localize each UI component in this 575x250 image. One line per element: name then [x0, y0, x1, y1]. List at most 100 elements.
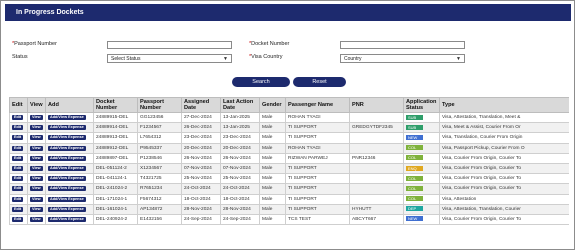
status-badge: COL	[406, 185, 423, 191]
assigned-date: 24-Oct-2024	[181, 183, 221, 195]
edit-button[interactable]: Edit	[12, 135, 24, 141]
reset-button[interactable]: Reset	[293, 77, 346, 87]
view-cell: View	[27, 132, 46, 144]
edit-button[interactable]: Edit	[12, 145, 24, 151]
add-expense-button[interactable]: Add/View Expense	[48, 135, 86, 141]
application-status-cell: ENQ	[403, 162, 440, 175]
edit-button[interactable]: Edit	[12, 166, 24, 172]
search-button[interactable]: Search	[232, 77, 290, 87]
edit-button[interactable]: Edit	[12, 155, 24, 161]
docket-type: Visa, Courier From Origin, Courier To	[439, 183, 569, 195]
passport-number: R7651234	[137, 183, 182, 195]
edit-button[interactable]: Edit	[12, 196, 24, 202]
add-expense-button[interactable]: Add/View Expense	[48, 216, 86, 222]
view-button[interactable]: View	[30, 176, 43, 182]
col-header-pnr: PNR	[349, 97, 404, 113]
docket-number: DEL-161024-1	[93, 203, 138, 215]
docket-type: Visa, Courier From Origin, Courier To	[439, 213, 569, 226]
chevron-down-icon: ▼	[223, 56, 228, 62]
gender: Male	[259, 213, 286, 226]
edit-button[interactable]: Edit	[12, 186, 24, 192]
view-button[interactable]: View	[30, 115, 43, 121]
gender: Male	[259, 122, 286, 134]
assigned-date: 07-Nov-2024	[181, 162, 221, 175]
view-button[interactable]: View	[30, 155, 43, 161]
col-header-edit: Edit	[9, 97, 28, 113]
edit-cell: Edit	[9, 152, 28, 164]
view-button[interactable]: View	[30, 196, 43, 202]
status-select[interactable]: Select Status ▼	[107, 54, 232, 63]
last-action-date: 18-Oct-2024	[220, 193, 260, 205]
add-expense-button[interactable]: Add/View Expense	[48, 206, 86, 212]
add-expense-button[interactable]: Add/View Expense	[48, 155, 86, 161]
assigned-date: 23-Dec-2024	[181, 132, 221, 144]
docket-number: 24889897-DEL	[93, 152, 138, 164]
passport-input[interactable]	[107, 41, 232, 49]
edit-button[interactable]: Edit	[12, 125, 24, 131]
application-status-cell: COL	[403, 142, 440, 154]
visa-country-label: *Visa Country	[249, 54, 283, 60]
edit-cell: Edit	[9, 193, 28, 205]
add-cell: Add/View Expense	[45, 162, 94, 175]
docket-number: DEL-240924-2	[93, 213, 138, 226]
pnr	[349, 173, 404, 185]
add-cell: Add/View Expense	[45, 213, 94, 226]
last-action-date: 24-Oct-2024	[220, 183, 260, 195]
add-expense-button[interactable]: Add/View Expense	[48, 196, 86, 202]
add-expense-button[interactable]: Add/View Expense	[48, 186, 86, 192]
chevron-down-icon: ▼	[456, 56, 461, 62]
docket-number: 24889912-DEL	[93, 142, 138, 154]
view-button[interactable]: View	[30, 166, 43, 172]
docket-type: Visa, Meet & Assist, Courier From Or	[439, 122, 569, 134]
add-expense-button[interactable]: Add/View Expense	[48, 176, 86, 182]
docket-type: Visa, Attestation, Translation, Courier	[439, 203, 569, 215]
table-row: Edit View Add/View Expense DEL-241024-2 R765…	[9, 183, 569, 195]
view-button[interactable]: View	[30, 135, 43, 141]
passenger-name: TCS TEST	[285, 213, 350, 226]
application-status-cell: NEW	[403, 213, 440, 226]
last-action-date: 25-Nov-2024	[220, 173, 260, 185]
docket-type: Visa, Courier From Origin, Courier To	[439, 152, 569, 164]
docket-input[interactable]	[340, 41, 465, 49]
assigned-date: 26-Dec-2024	[181, 122, 221, 134]
add-expense-button[interactable]: Add/View Expense	[48, 125, 86, 131]
edit-button[interactable]: Edit	[12, 206, 24, 212]
last-action-date: 13-Jan-2025	[220, 122, 260, 134]
edit-button[interactable]: Edit	[12, 176, 24, 182]
edit-button[interactable]: Edit	[12, 216, 24, 222]
add-expense-button[interactable]: Add/View Expense	[48, 166, 86, 172]
view-cell: View	[27, 111, 46, 124]
add-expense-button[interactable]: Add/View Expense	[48, 145, 86, 151]
last-action-date: 23-Dec-2024	[220, 132, 260, 144]
assigned-date: 20-Dec-2024	[181, 142, 221, 154]
application-status-cell: COL	[403, 152, 440, 164]
view-button[interactable]: View	[30, 186, 43, 192]
status-badge: COL	[406, 155, 423, 161]
view-cell: View	[27, 203, 46, 215]
passport-number: P9545337	[137, 142, 182, 154]
add-expense-button[interactable]: Add/View Expense	[48, 115, 86, 121]
view-button[interactable]: View	[30, 206, 43, 212]
view-button[interactable]: View	[30, 216, 43, 222]
edit-cell: Edit	[9, 142, 28, 154]
assigned-date: 24-Sep-2024	[181, 213, 221, 226]
add-cell: Add/View Expense	[45, 203, 94, 215]
col-header-add: Add	[45, 97, 94, 113]
edit-cell: Edit	[9, 122, 28, 134]
passport-number: E1432156	[137, 213, 182, 226]
table-body: Edit View Add/View Expense 24889915-DEL GG12…	[9, 111, 569, 226]
country-select[interactable]: Country ▼	[340, 54, 465, 63]
dockets-table: Edit View Add Docket Number Passport Num…	[9, 97, 569, 226]
view-button[interactable]: View	[30, 145, 43, 151]
add-cell: Add/View Expense	[45, 111, 94, 124]
edit-button[interactable]: Edit	[12, 115, 24, 121]
status-badge: COL	[406, 175, 423, 181]
passenger-name: TI SUPPORT	[285, 193, 350, 205]
gender: Male	[259, 162, 286, 175]
view-button[interactable]: View	[30, 125, 43, 131]
application-status-cell: SUB	[403, 122, 440, 134]
passport-number: F5674312	[137, 193, 182, 205]
status-badge: COL	[406, 145, 423, 151]
col-header-last-action: Last Action Date	[220, 97, 260, 113]
add-cell: Add/View Expense	[45, 183, 94, 195]
